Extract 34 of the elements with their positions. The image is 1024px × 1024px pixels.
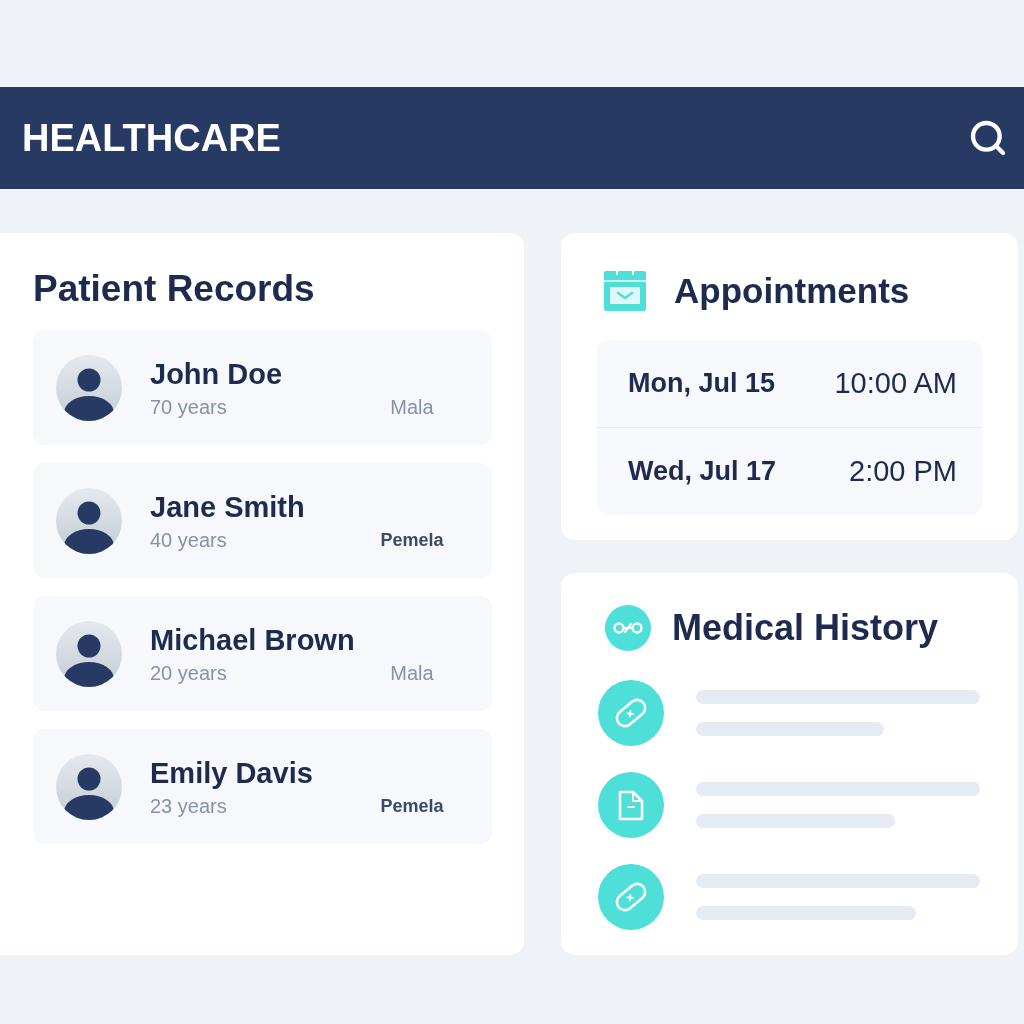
patient-gender: Mala [390,394,434,420]
appointment-date: Wed, Jul 17 [628,455,777,489]
linked-rings-icon [605,605,651,651]
section-title: Patient Records [33,267,316,311]
patient-name: Michael Brown [150,622,356,658]
patient-age: 23 years [150,793,227,819]
section-title: Appointments [674,270,910,312]
patient-row[interactable]: Emily Davis 23 years Pemela [33,729,492,844]
patient-name: Emily Davis [150,755,314,791]
document-icon [598,772,664,838]
patient-name: Jane Smith [150,489,306,525]
patient-row[interactable]: Jane Smith 40 years Pemela [33,463,492,578]
appointment-time: 10:00 AM [834,365,957,401]
user-avatar-icon [56,753,122,820]
appointment-time: 2:00 PM [849,453,957,489]
appointment-date: Mon, Jul 15 [628,367,776,401]
user-avatar-icon [56,620,122,687]
patient-row[interactable]: Michael Brown 20 years Mala [33,596,492,711]
calendar-icon [604,271,646,311]
patient-gender: Mala [390,660,434,686]
patient-age: 70 years [150,394,227,420]
patient-gender: Pemela [380,794,444,818]
bandage-icon [598,864,664,930]
app-title: HEALTHCARE [22,119,281,157]
user-avatar-icon [56,354,122,421]
section-title: Medical History [672,606,939,650]
bandage-icon [598,680,664,746]
user-avatar-icon [56,487,122,554]
search-icon[interactable] [968,118,1008,158]
patient-age: 40 years [150,527,227,553]
patient-name: John Doe [150,356,284,392]
patient-age: 20 years [150,660,227,686]
patient-row[interactable]: John Doe 70 years Mala [33,330,492,445]
patient-gender: Pemela [380,528,444,552]
